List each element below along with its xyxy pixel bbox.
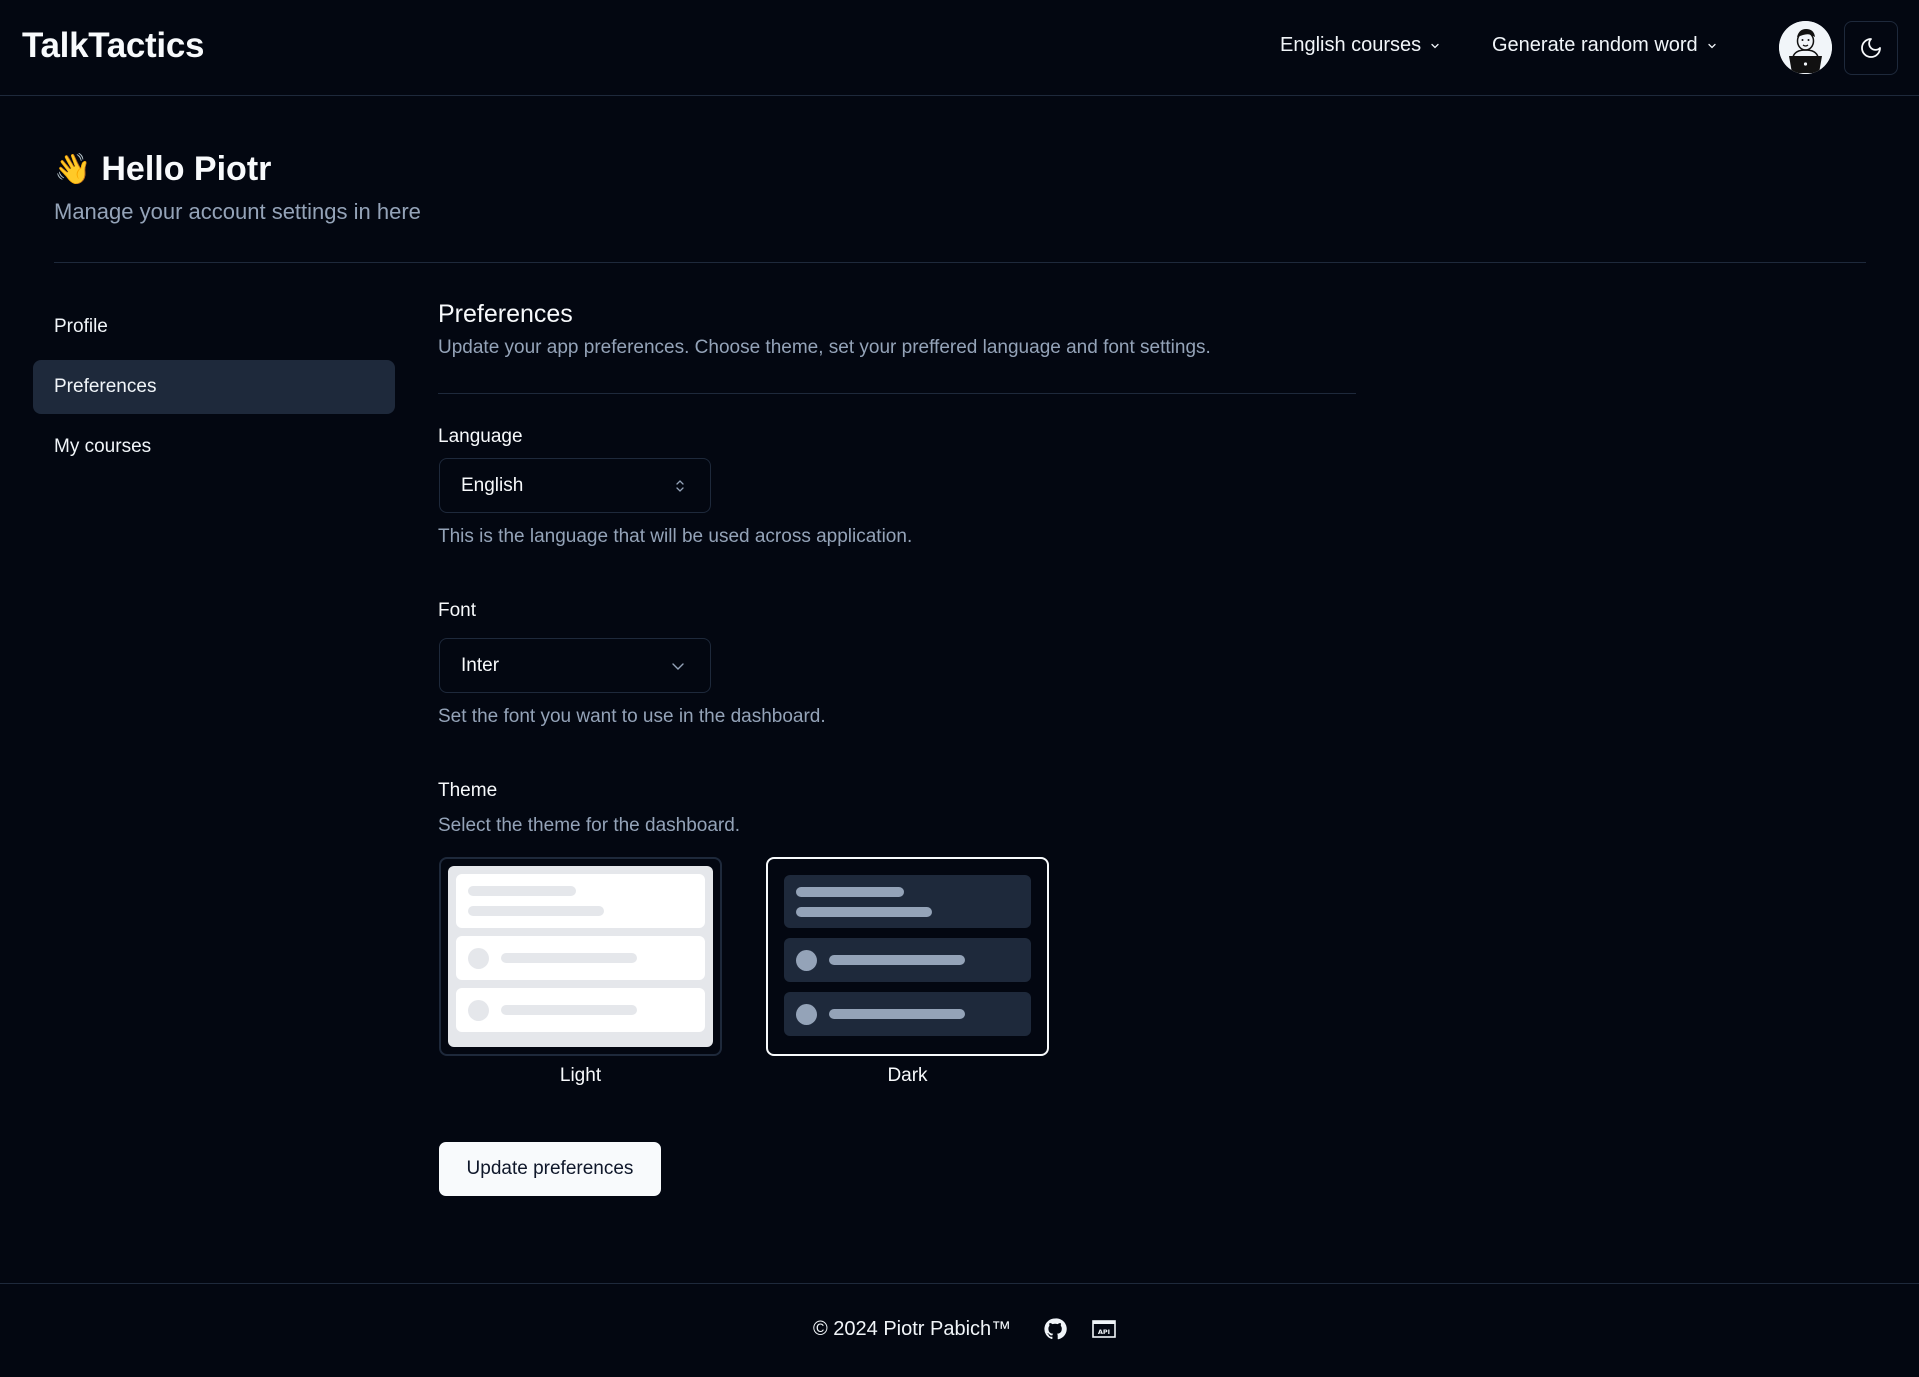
section-divider	[438, 393, 1356, 394]
waving-hand-icon: 👋	[54, 152, 92, 186]
preview-dot	[468, 947, 489, 969]
theme-option-light-label[interactable]: Light	[439, 1065, 722, 1087]
font-label: Font	[438, 600, 477, 621]
language-select-value: English	[461, 474, 524, 496]
light-theme-preview	[448, 866, 713, 1047]
footer: © 2024 Piotr Pabich™ API	[0, 1283, 1919, 1377]
language-label: Language	[438, 426, 523, 447]
chevron-up-down-icon	[676, 479, 684, 492]
user-avatar[interactable]	[1779, 21, 1832, 74]
theme-option-dark-label[interactable]: Dark	[766, 1065, 1049, 1087]
sidebar-item-preferences[interactable]: Preferences	[33, 360, 395, 414]
preview-dot	[796, 949, 817, 971]
nav-english-courses[interactable]: English courses	[1280, 34, 1441, 57]
moon-icon	[1861, 38, 1881, 58]
sidebar-item-my-courses[interactable]: My courses	[33, 420, 395, 474]
sidebar-item-label: Preferences	[54, 376, 157, 397]
chevron-down-icon	[1708, 43, 1716, 48]
nav-english-courses-label: English courses	[1280, 34, 1422, 56]
preview-bar	[829, 955, 965, 965]
top-navbar: TalkTactics English courses Generate ran…	[0, 0, 1919, 96]
preview-bar	[829, 1009, 965, 1019]
preview-bar	[501, 1005, 637, 1015]
theme-help-text: Select the theme for the dashboard.	[438, 815, 741, 836]
preview-bar	[501, 953, 637, 963]
preview-block	[456, 874, 705, 928]
font-select[interactable]: Inter	[439, 638, 711, 693]
preview-block	[784, 875, 1031, 928]
page-subtitle: Manage your account settings in here	[54, 199, 421, 224]
font-help-text: Set the font you want to use in the dash…	[438, 706, 826, 727]
sidebar-item-label: My courses	[54, 436, 152, 457]
svg-text:API: API	[1098, 1328, 1110, 1336]
preview-block	[784, 938, 1031, 982]
theme-label: Theme	[438, 780, 498, 801]
preview-dot	[468, 999, 489, 1021]
preview-bar	[796, 906, 932, 917]
preview-bar	[796, 886, 904, 897]
font-select-value: Inter	[461, 654, 500, 676]
theme-option-dark[interactable]	[766, 857, 1049, 1056]
avatar-person-icon	[1779, 21, 1832, 74]
preview-bar	[468, 886, 576, 896]
page-title: Hello Piotr	[101, 150, 272, 188]
header-divider	[54, 262, 1866, 263]
greeting-header: 👋 Hello Piotr	[54, 150, 271, 189]
update-preferences-button[interactable]: Update preferences	[439, 1142, 661, 1196]
section-title: Preferences	[438, 300, 573, 328]
preview-block	[456, 988, 705, 1032]
brand-logo[interactable]: TalkTactics	[22, 26, 204, 66]
copyright-text: © 2024 Piotr Pabich™	[813, 1317, 1012, 1340]
preview-bar	[468, 906, 604, 916]
nav-generate-random-word[interactable]: Generate random word	[1492, 34, 1718, 57]
settings-sidebar: Profile Preferences My courses	[33, 300, 395, 480]
theme-option-light[interactable]	[439, 857, 722, 1056]
sidebar-item-label: Profile	[54, 316, 108, 337]
preview-block	[456, 936, 705, 980]
section-description: Update your app preferences. Choose them…	[438, 337, 1211, 358]
preferences-section-header: Preferences Update your app preferences.…	[438, 300, 1358, 394]
sidebar-item-profile[interactable]: Profile	[33, 300, 395, 354]
nav-generate-random-word-label: Generate random word	[1492, 34, 1698, 56]
theme-toggle-button[interactable]	[1844, 21, 1898, 75]
chevron-down-icon	[1431, 43, 1439, 48]
chevron-down-icon	[672, 662, 684, 670]
api-icon[interactable]: API	[1092, 1317, 1116, 1341]
language-help-text: This is the language that will be used a…	[438, 526, 913, 547]
preview-block	[784, 992, 1031, 1036]
language-select[interactable]: English	[439, 458, 711, 513]
github-icon[interactable]	[1043, 1317, 1067, 1341]
dark-theme-preview	[784, 875, 1031, 1038]
preview-dot	[796, 1003, 817, 1025]
